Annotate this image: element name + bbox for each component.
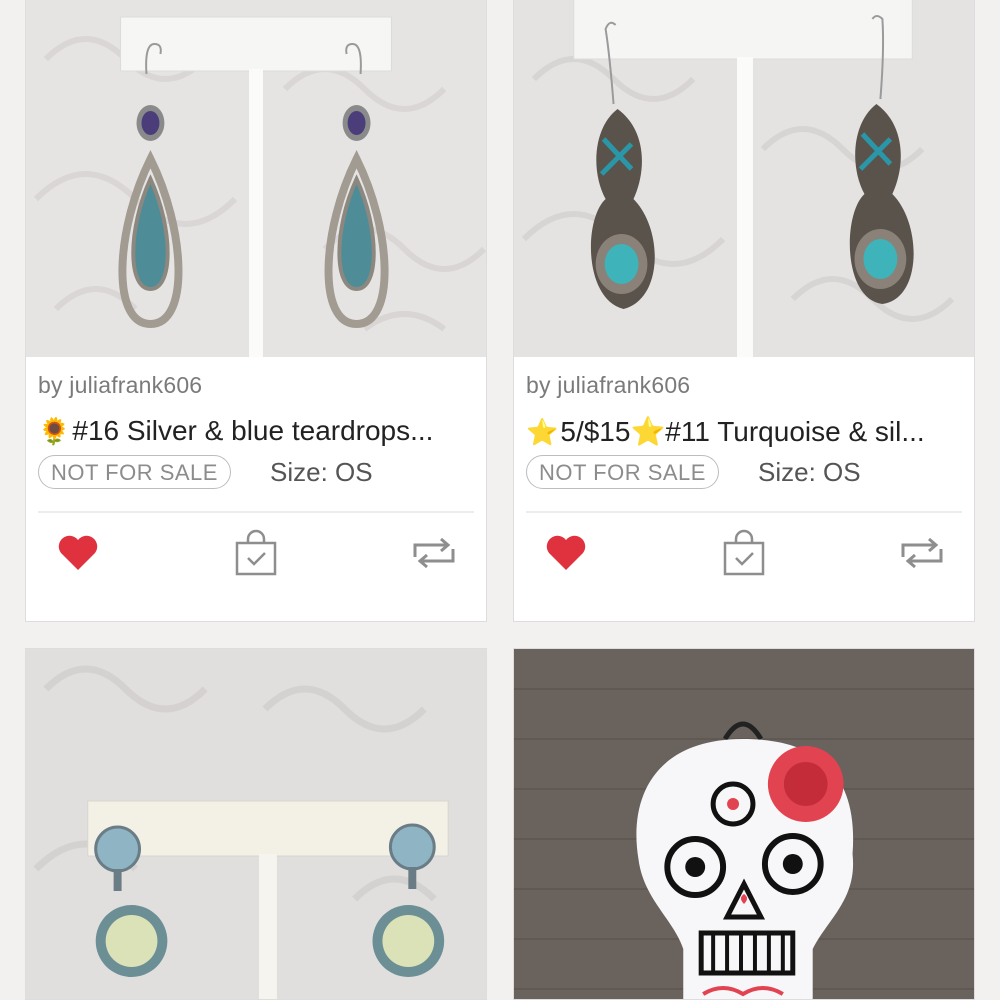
divider <box>38 511 474 513</box>
listing-card[interactable]: by juliafrank606 ⭐5/$15⭐#11 Turquoise & … <box>513 0 975 622</box>
listing-image[interactable] <box>514 649 974 999</box>
seller-username[interactable]: by juliafrank606 <box>526 372 690 399</box>
earrings-photo <box>514 0 974 357</box>
share-button[interactable] <box>404 523 464 583</box>
size-label: Size: OS <box>758 457 861 487</box>
heart-icon <box>546 535 586 570</box>
shopping-bag-check-icon <box>723 529 765 576</box>
listing-actions <box>514 523 974 583</box>
add-to-bundle-button[interactable] <box>714 523 774 583</box>
listing-card[interactable] <box>513 648 975 1000</box>
divider <box>526 511 962 513</box>
listing-title[interactable]: 🌻#16 Silver & blue teardrops... <box>38 415 478 447</box>
shopping-bag-check-icon <box>235 529 277 576</box>
like-button[interactable] <box>536 523 596 583</box>
listing-title-text: 5/$15⭐#11 Turquoise & sil... <box>560 416 925 447</box>
add-to-bundle-button[interactable] <box>226 523 286 583</box>
star-emoji: ⭐ <box>526 417 559 447</box>
sugar-skull-photo <box>514 649 974 999</box>
earrings-photo <box>26 649 486 999</box>
share-button[interactable] <box>892 523 952 583</box>
status-badge: NOT FOR SALE <box>526 455 719 489</box>
sunflower-emoji: 🌻 <box>38 416 71 446</box>
listing-title-text: #16 Silver & blue teardrops... <box>72 415 434 446</box>
heart-icon <box>58 535 98 570</box>
like-button[interactable] <box>48 523 108 583</box>
status-badge: NOT FOR SALE <box>38 455 231 489</box>
listing-image[interactable] <box>26 0 486 357</box>
earrings-photo <box>26 0 486 357</box>
size-label: Size: OS <box>270 457 373 487</box>
share-icon <box>901 537 943 569</box>
listing-title[interactable]: ⭐5/$15⭐#11 Turquoise & sil... <box>526 415 966 448</box>
seller-username[interactable]: by juliafrank606 <box>38 372 202 399</box>
listing-card[interactable] <box>25 648 487 1000</box>
share-icon <box>413 537 455 569</box>
listing-card[interactable]: by juliafrank606 🌻#16 Silver & blue tear… <box>25 0 487 622</box>
listing-image[interactable] <box>514 0 974 357</box>
listing-actions <box>26 523 486 583</box>
listing-image[interactable] <box>26 649 486 999</box>
